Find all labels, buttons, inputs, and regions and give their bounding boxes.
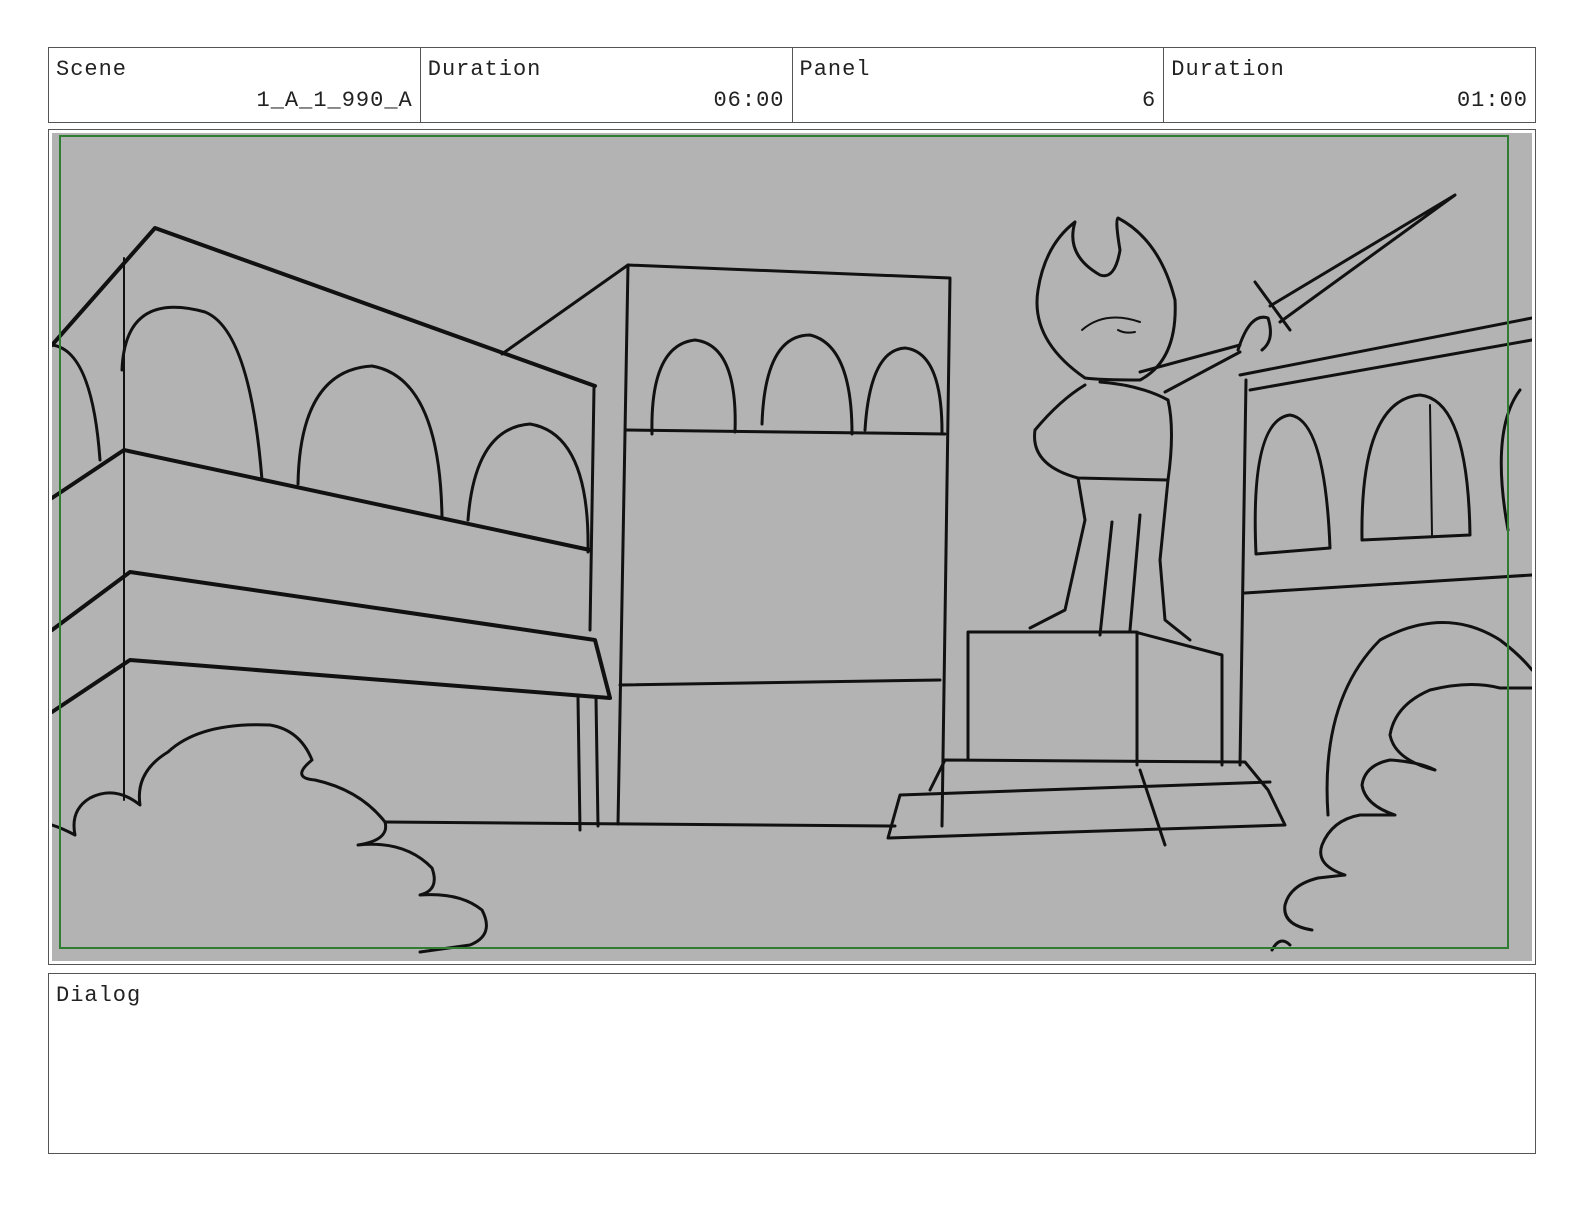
storyboard-header: Scene 1_A_1_990_A Duration 06:00 Panel 6… (48, 47, 1536, 123)
panel-cell: Panel 6 (793, 48, 1165, 122)
panel-background (52, 133, 1532, 961)
panel-value: 6 (1142, 88, 1157, 113)
scene-duration-value: 06:00 (713, 88, 785, 113)
panel-duration-cell: Duration 01:00 (1164, 48, 1535, 122)
panel-label: Panel (799, 57, 871, 82)
dialog-label: Dialog (56, 983, 142, 1008)
dialog-box: Dialog (48, 973, 1536, 1154)
scene-duration-label: Duration (427, 57, 542, 82)
panel-sketch (52, 133, 1532, 961)
scene-label: Scene (56, 57, 128, 82)
scene-cell: Scene 1_A_1_990_A (49, 48, 421, 122)
panel-duration-value: 01:00 (1456, 88, 1528, 113)
panel-duration-label: Duration (1171, 57, 1285, 82)
scene-value: 1_A_1_990_A (256, 88, 413, 113)
scene-duration-cell: Duration 06:00 (421, 48, 793, 122)
